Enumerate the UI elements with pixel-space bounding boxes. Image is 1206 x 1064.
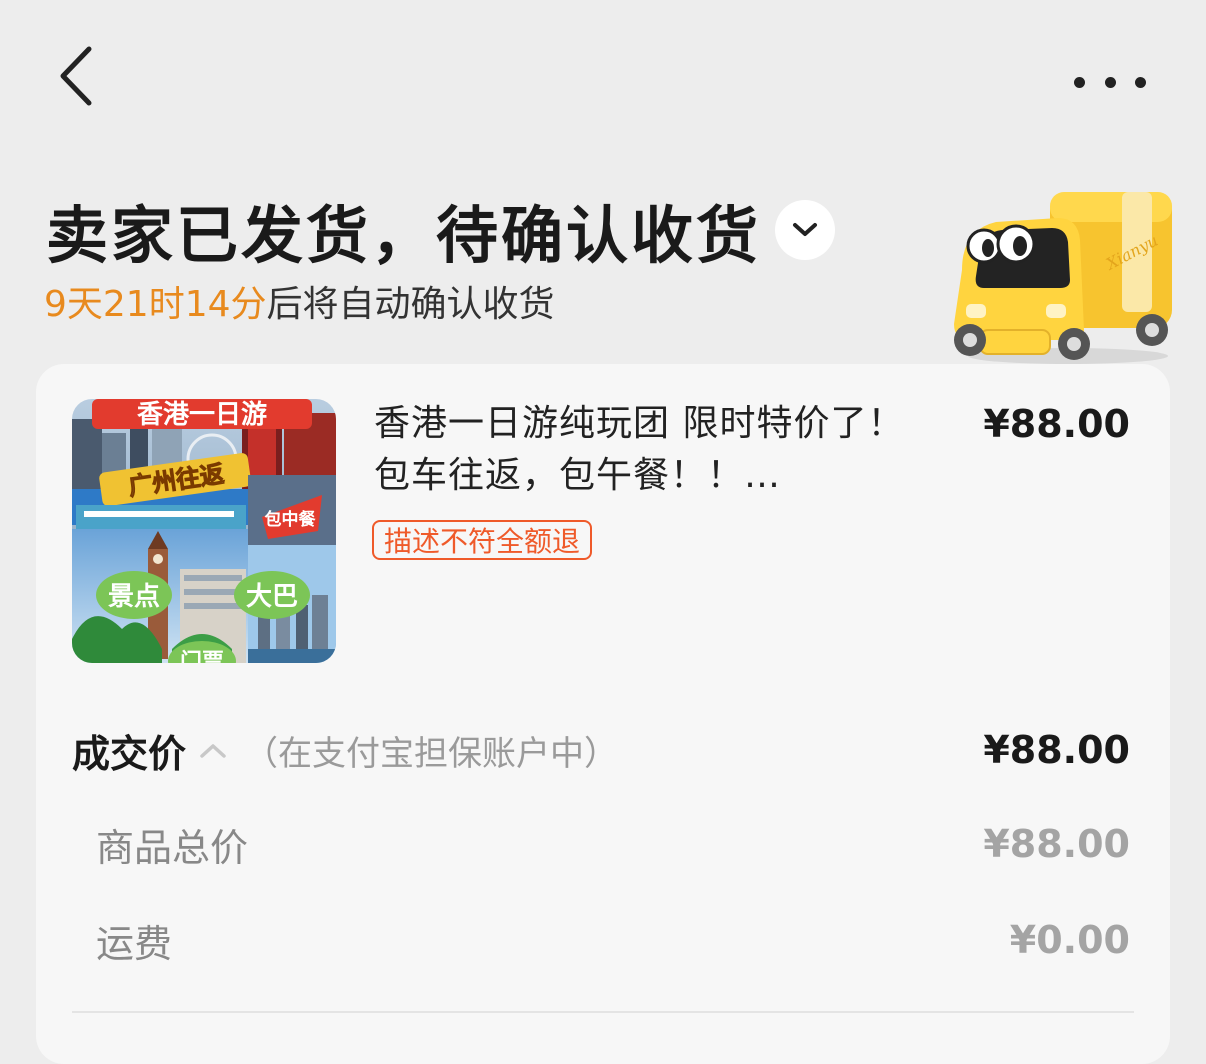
chevron-up-icon bbox=[200, 744, 226, 758]
back-button[interactable] bbox=[50, 44, 100, 108]
more-dot bbox=[1135, 76, 1146, 88]
thumb-spot-text: 景点 bbox=[108, 581, 160, 612]
goods-total-value: ¥88.00 bbox=[983, 822, 1130, 866]
deal-price-label: 成交价 bbox=[72, 731, 187, 776]
order-status-title: 卖家已发货，待确认收货 bbox=[46, 199, 762, 272]
product-thumbnail-image: 香港一日游 广州往返 包中餐 景点 大巴 门票 bbox=[72, 399, 336, 663]
goods-total-row: 商品总价 ¥88.00 bbox=[96, 812, 1130, 876]
shipping-fee-row: 运费 ¥0.00 bbox=[96, 908, 1130, 972]
deal-price-row: 成交价 （在支付宝担保账户中） ¥88.00 bbox=[72, 718, 1130, 782]
escrow-note: （在支付宝担保账户中） bbox=[244, 733, 619, 774]
product-price: ¥88.00 bbox=[983, 402, 1130, 446]
chevron-down-icon bbox=[793, 223, 818, 236]
more-dots-icon bbox=[1074, 76, 1085, 88]
product-title[interactable]: 香港一日游纯玩团 限时特价了！包车往返，包午餐！！… bbox=[374, 398, 934, 502]
more-dot bbox=[1104, 76, 1116, 88]
shipping-fee-value: ¥0.00 bbox=[1009, 918, 1130, 962]
countdown-timer: 9天21时14分 bbox=[44, 284, 267, 325]
product-thumbnail[interactable]: 香港一日游 广州往返 包中餐 景点 大巴 门票 bbox=[72, 399, 336, 663]
price-detail-toggle[interactable] bbox=[196, 735, 230, 765]
thumb-ticket-text: 门票 bbox=[180, 649, 224, 663]
order-status-header: 卖家已发货，待确认收货 bbox=[46, 188, 836, 272]
auto-confirm-notice: 9天21时14分 后将自动确认收货 bbox=[44, 275, 555, 327]
delivery-truck-illustration: Xianyu bbox=[954, 192, 1172, 364]
thumb-banner-text: 香港一日游 bbox=[137, 400, 267, 430]
thumb-bus-text: 大巴 bbox=[246, 582, 298, 612]
chevron-left-icon bbox=[60, 46, 92, 106]
auto-confirm-text: 后将自动确认收货 bbox=[266, 284, 555, 325]
goods-total-label: 商品总价 bbox=[96, 825, 249, 870]
section-divider bbox=[72, 1011, 1134, 1013]
status-expand-button[interactable] bbox=[775, 200, 836, 260]
refund-guarantee-tag: 描述不符全额退 bbox=[372, 520, 593, 560]
more-button[interactable] bbox=[1074, 64, 1146, 100]
deal-price-value: ¥88.00 bbox=[983, 728, 1130, 772]
shipping-fee-label: 运费 bbox=[96, 921, 173, 966]
thumb-lunch-text: 包中餐 bbox=[265, 509, 317, 530]
